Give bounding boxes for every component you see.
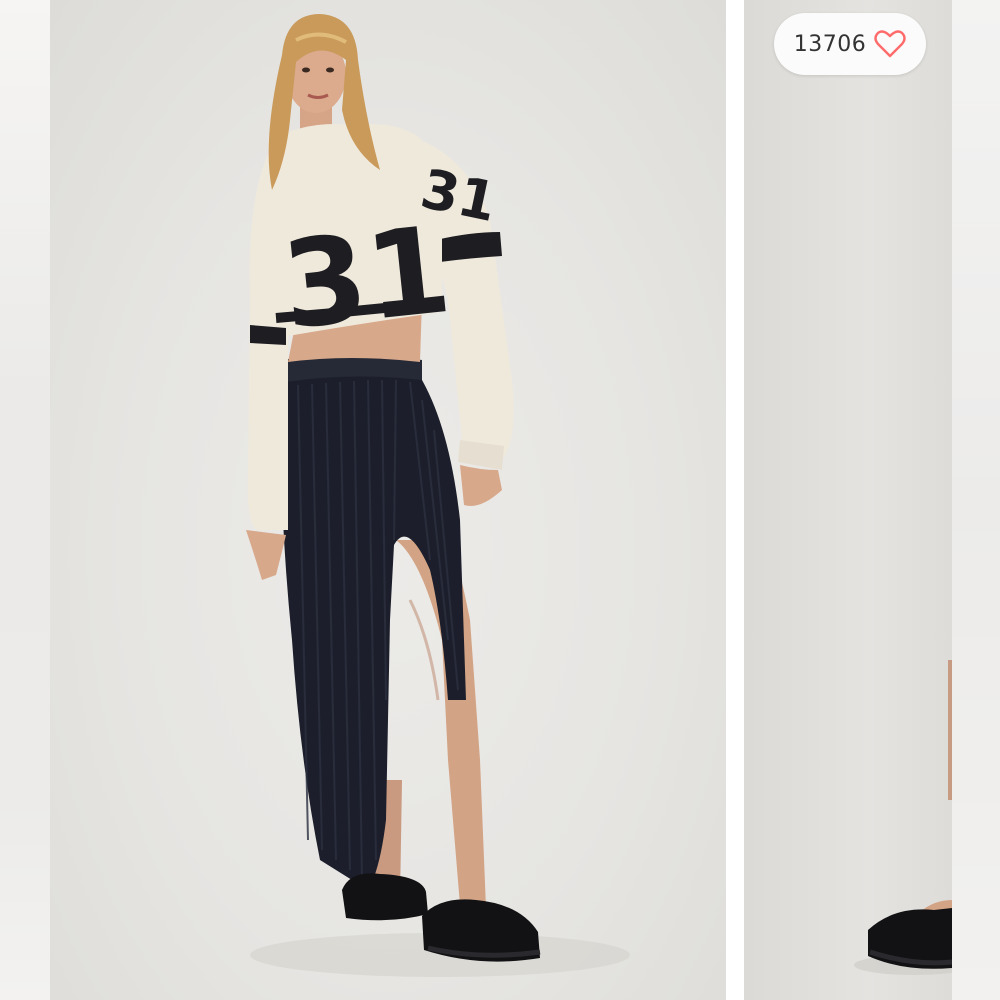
gallery-divider (726, 0, 744, 1000)
like-button[interactable]: 13706 (774, 13, 926, 75)
model-illustration: 31 31 (246, 14, 630, 977)
like-count: 13706 (793, 31, 867, 57)
previous-photo-edge[interactable] (0, 0, 50, 1000)
product-photo-next[interactable] (744, 0, 952, 1000)
heart-outline-icon (874, 30, 906, 58)
next-photo-edge[interactable] (952, 0, 1000, 1000)
sandal-partial-illustration (854, 660, 952, 975)
sweatshirt-print: 31 (276, 201, 457, 357)
product-photo-main[interactable]: 31 31 (50, 0, 726, 1000)
product-gallery: 31 31 13706 (0, 0, 1000, 1000)
